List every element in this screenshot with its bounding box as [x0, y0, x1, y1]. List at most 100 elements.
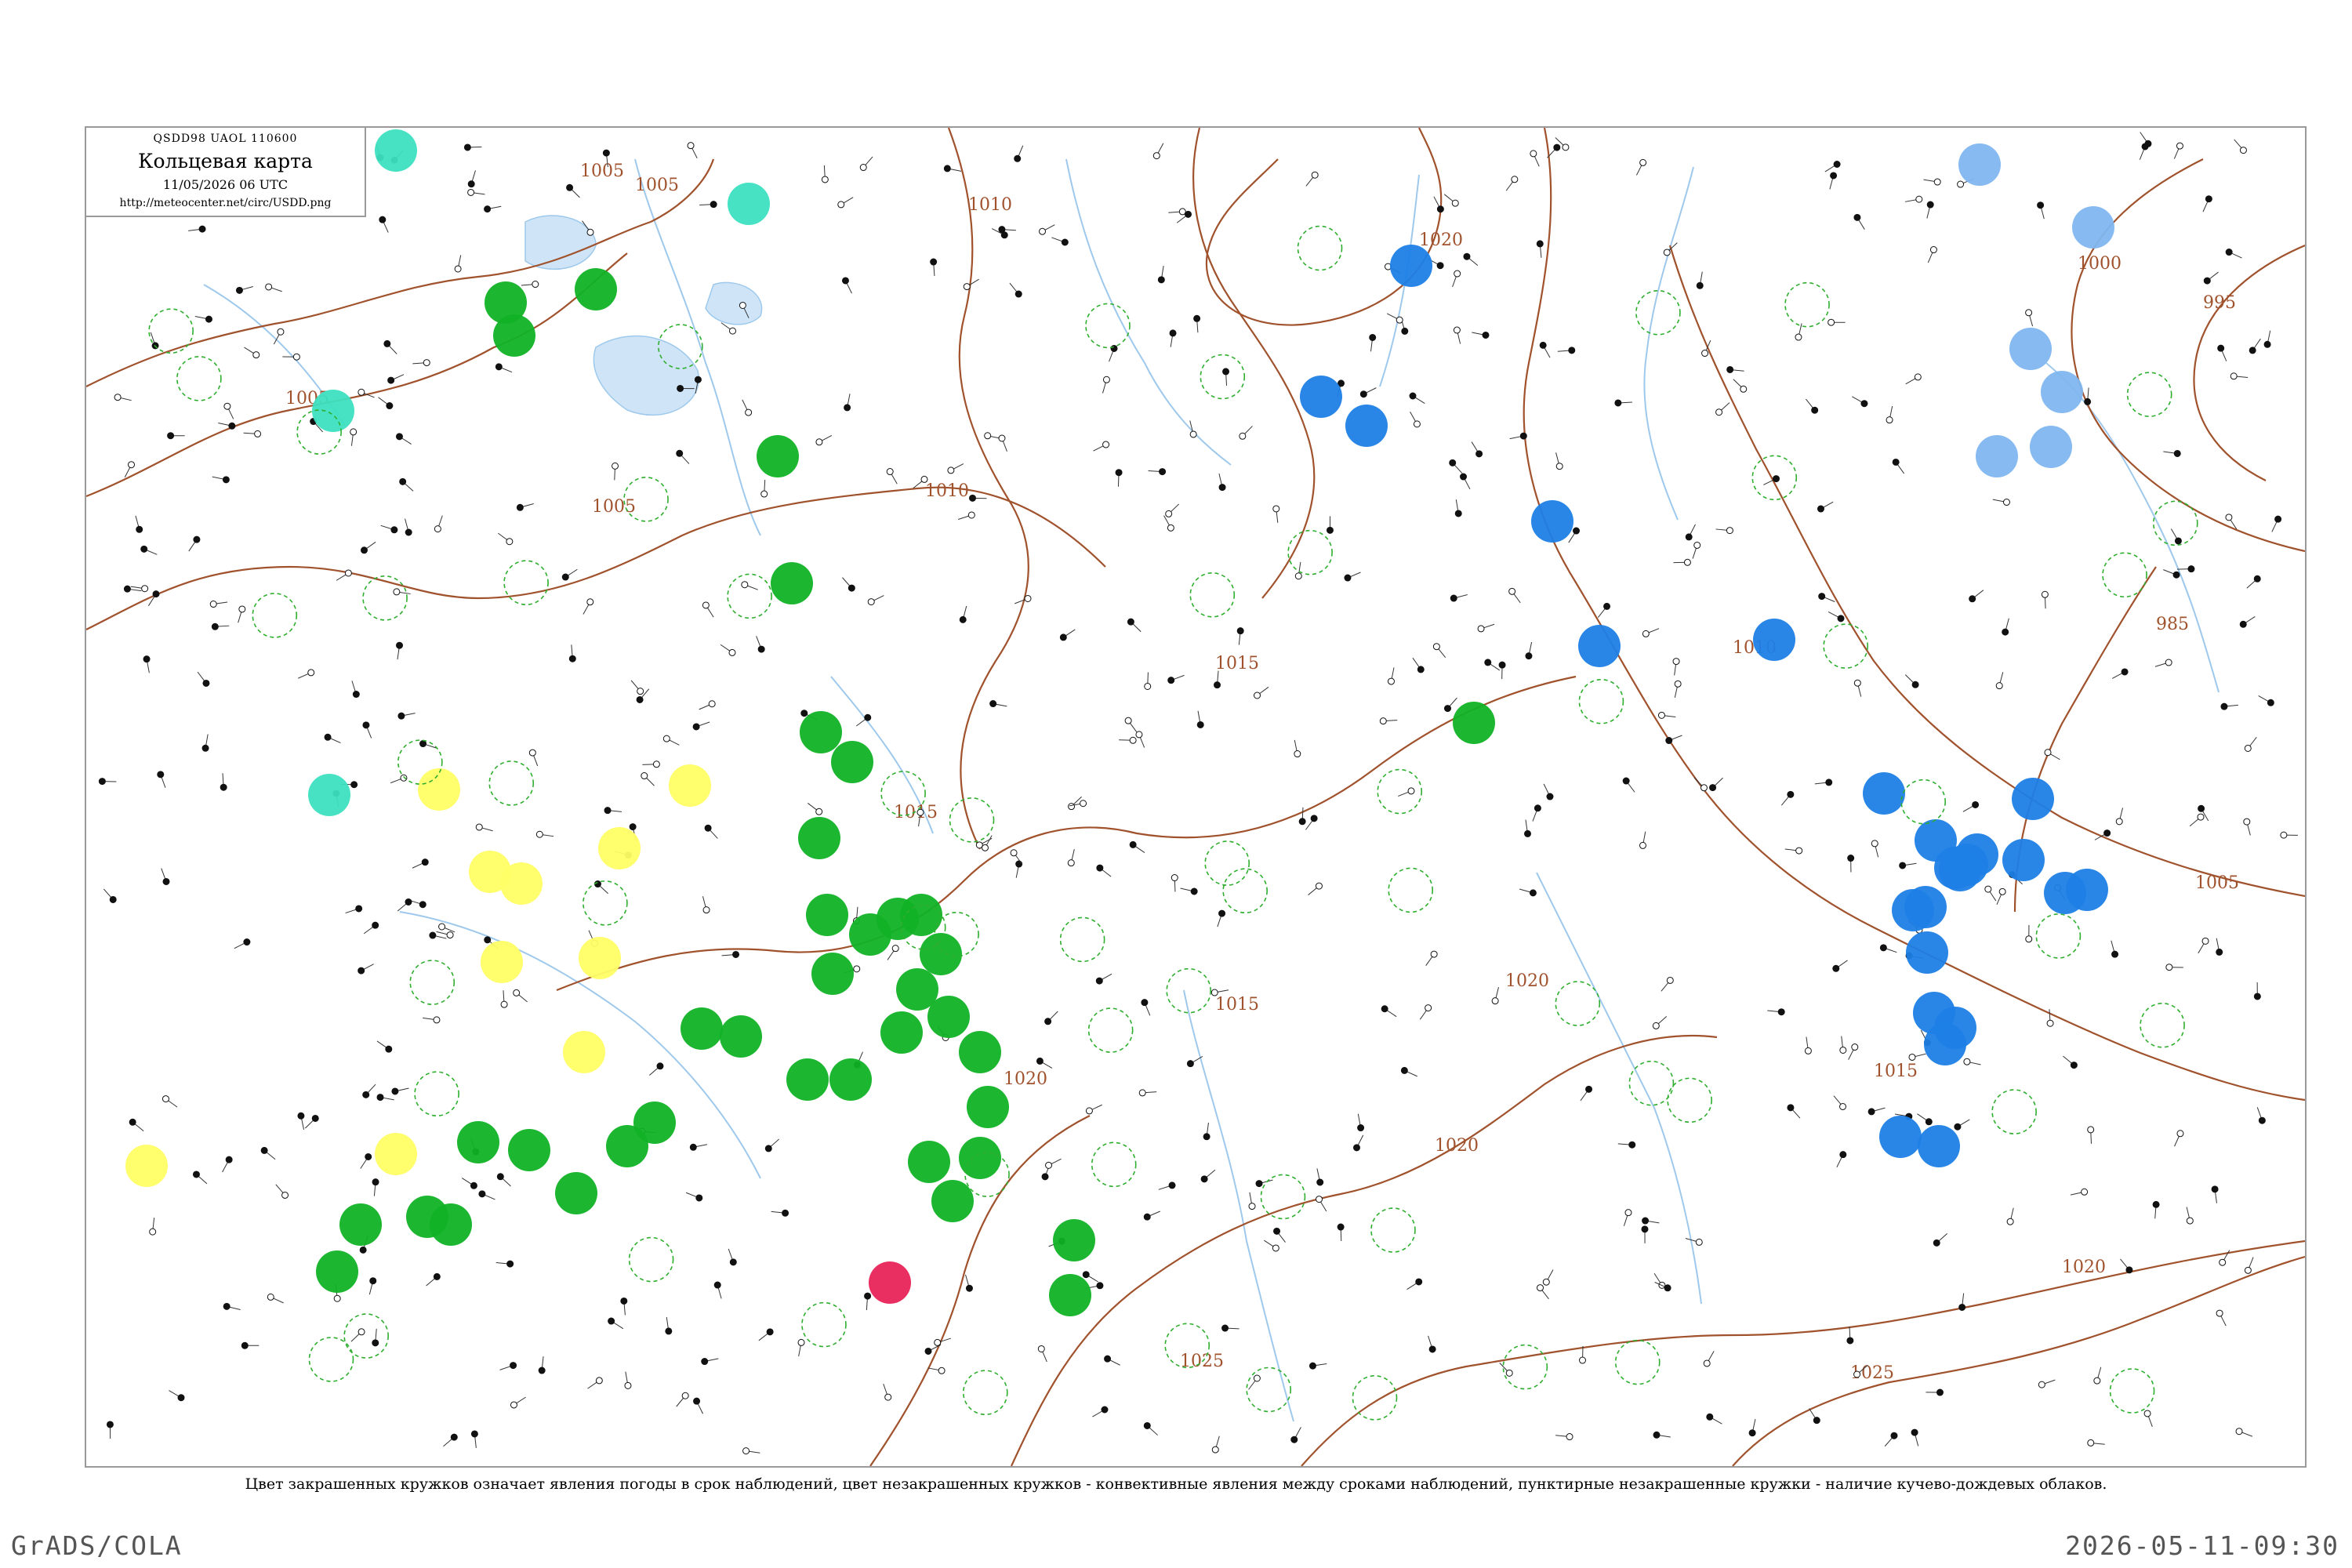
weather-circle-blue — [2066, 869, 2108, 911]
station-marker — [624, 1371, 632, 1389]
station-marker — [702, 896, 710, 914]
station-marker — [1674, 680, 1682, 699]
station-marker — [864, 1292, 872, 1311]
weather-circle-yellow — [669, 764, 711, 807]
station-marker — [324, 733, 341, 744]
station-marker — [1623, 1209, 1632, 1226]
station-marker — [496, 1173, 511, 1187]
station-marker — [1381, 1005, 1397, 1018]
station-marker — [842, 577, 855, 592]
station-marker — [2220, 702, 2238, 710]
map-datetime: 11/05/2026 06 UTC — [162, 177, 289, 192]
station-marker — [568, 644, 576, 662]
station-marker — [685, 1192, 703, 1202]
station-marker — [1523, 819, 1531, 837]
isobars-layer — [86, 128, 2305, 1466]
station-marker — [2219, 1250, 2230, 1266]
bulletin-code: QSDD98 UAOL 110600 — [153, 132, 298, 145]
weather-circle-yellow — [579, 937, 621, 979]
cb-cloud-ring — [1578, 678, 1624, 724]
station-marker — [1127, 618, 1142, 633]
isobar-label: 1020 — [1505, 971, 1549, 991]
station-marker — [243, 430, 262, 437]
station-marker — [1386, 313, 1403, 324]
cb-cloud-ring — [397, 739, 443, 785]
weather-circle-green — [316, 1250, 358, 1293]
station-marker — [2189, 813, 2205, 827]
cb-cloud-ring — [727, 573, 772, 619]
station-marker — [1387, 667, 1395, 685]
station-marker — [742, 399, 753, 416]
cb-cloud-ring — [1200, 354, 1246, 400]
station-marker — [721, 950, 740, 958]
station-marker — [821, 165, 829, 183]
weather-circle-blue — [2002, 839, 2045, 881]
cb-cloud-ring — [308, 1337, 354, 1382]
station-marker — [188, 535, 201, 552]
station-marker — [399, 477, 414, 492]
weather-circle-cyan — [312, 390, 354, 432]
weather-circle-green — [575, 268, 617, 310]
station-marker — [1927, 246, 1937, 263]
station-marker — [2143, 1410, 2153, 1427]
station-marker — [886, 468, 898, 485]
station-marker — [1848, 1044, 1859, 1060]
station-marker — [1969, 590, 1984, 603]
station-marker — [241, 1341, 260, 1349]
isobar-label: 985 — [2156, 615, 2189, 634]
map-url[interactable]: http://meteocenter.net/circ/USDD.png — [86, 197, 365, 209]
station-marker — [396, 641, 404, 660]
station-marker — [1833, 1095, 1847, 1110]
station-marker — [2115, 808, 2124, 826]
station-marker — [1962, 800, 1980, 812]
station-marker — [475, 823, 493, 832]
station-marker — [2140, 132, 2152, 147]
station-marker — [2249, 338, 2261, 354]
station-marker — [194, 315, 212, 323]
station-marker — [260, 1146, 276, 1160]
station-marker — [1879, 944, 1897, 953]
station-marker — [1337, 1223, 1345, 1242]
station-marker — [1933, 1232, 1947, 1247]
station-marker — [1039, 224, 1055, 235]
station-marker — [1715, 527, 1733, 535]
cb-cloud-ring — [488, 760, 535, 806]
weather-circle-green — [457, 1121, 499, 1163]
station-marker — [380, 524, 398, 534]
station-marker — [1037, 1345, 1047, 1363]
station-marker — [1316, 1196, 1327, 1212]
weather-circle-light-blue — [1958, 143, 2001, 186]
station-marker — [1543, 783, 1554, 800]
station-marker — [2244, 736, 2257, 752]
station-marker — [1308, 882, 1323, 895]
station-marker — [943, 165, 962, 172]
station-marker — [1432, 643, 1446, 658]
station-marker — [1817, 501, 1834, 513]
station-marker — [1169, 329, 1177, 347]
station-marker — [1092, 1406, 1109, 1417]
station-marker — [1996, 887, 2006, 906]
station-marker — [478, 1190, 495, 1200]
station-marker — [1163, 515, 1174, 532]
station-marker — [1214, 670, 1221, 689]
station-marker — [1203, 1122, 1210, 1141]
station-marker — [1635, 158, 1647, 176]
station-marker — [1537, 1284, 1549, 1300]
station-marker — [2244, 1257, 2254, 1274]
station-marker — [1709, 777, 1723, 792]
station-marker — [1642, 628, 1660, 637]
station-marker — [630, 680, 644, 695]
weather-circle-green — [959, 1031, 1001, 1073]
station-marker — [728, 1248, 737, 1266]
station-marker — [741, 581, 758, 590]
station-marker — [1171, 874, 1178, 892]
station-marker — [662, 735, 680, 746]
station-marker — [1828, 611, 1845, 622]
weather-circle-green — [406, 1196, 448, 1238]
station-marker — [397, 712, 416, 720]
weather-circle-blue — [1390, 245, 1432, 287]
station-marker — [2258, 695, 2274, 706]
weather-circle-blue — [1939, 849, 1981, 891]
weather-circle-yellow — [563, 1031, 605, 1073]
cb-cloud-ring — [583, 880, 628, 926]
